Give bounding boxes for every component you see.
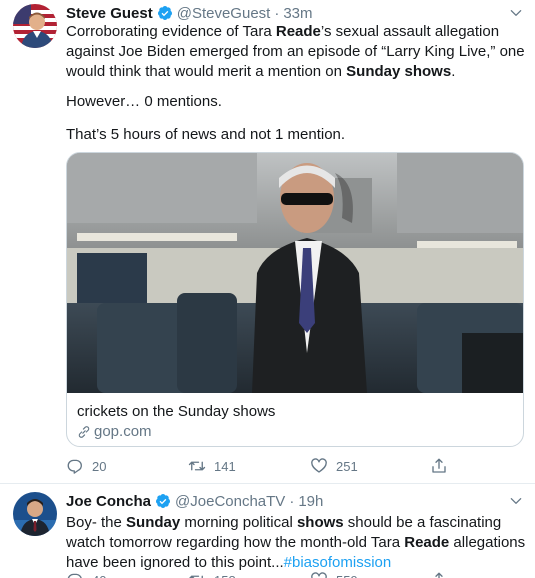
link-card[interactable]: crickets on the Sunday shows gop.com [66,152,524,447]
reply-icon [67,459,82,474]
timestamp[interactable]: 19h [298,493,323,510]
timestamp[interactable]: 33m [283,5,312,22]
like-button[interactable]: 559 [310,570,358,578]
reply-icon [67,573,82,578]
separator: · [274,4,280,22]
avatar[interactable] [13,492,57,536]
card-title[interactable]: crickets on the Sunday shows [77,402,275,422]
card-domain[interactable]: gop.com [77,422,152,442]
card-image [67,153,523,393]
display-name[interactable]: Joe Concha [66,493,151,510]
reply-button[interactable]: 20 [66,456,106,476]
like-count: 251 [336,458,358,474]
hashtag-link[interactable]: #biasofomission [284,554,392,571]
retweet-icon [188,461,206,471]
share-icon [432,458,446,473]
share-icon [435,572,443,578]
display-name[interactable]: Steve Guest [66,5,153,22]
reply-button[interactable]: 40 [66,570,106,578]
tweet[interactable]: Steve Guest @SteveGuest · 33m Corroborat… [0,0,535,484]
reply-count: 40 [92,573,106,578]
avatar[interactable] [13,4,57,48]
chevron-down-icon[interactable] [509,6,523,20]
like-icon [311,458,327,473]
like-button[interactable]: 251 [310,456,358,476]
tweet-text-paragraph: That’s 5 hours of news and not 1 mention… [66,126,346,143]
retweet-count: 141 [214,458,236,474]
like-count: 559 [336,573,358,578]
handle[interactable]: @JoeConchaTV [175,493,285,510]
tweet-actions: 40 158 559 [66,570,466,578]
tweet-text: Boy- the Sunday morning political shows … [66,514,526,571]
card-domain-text: gop.com [94,423,152,440]
share-button[interactable] [430,570,456,578]
retweet-count: 158 [214,573,236,578]
verified-badge-icon [157,6,172,20]
tweet-text: Corroborating evidence of Tara Reade’s s… [66,23,525,80]
retweet-button[interactable]: 141 [188,456,236,476]
link-icon [78,426,90,438]
tweet[interactable]: Joe Concha @JoeConchaTV · 19h Boy- the S… [0,485,535,578]
tweet-text-paragraph: However… 0 mentions. [66,93,222,110]
handle[interactable]: @SteveGuest [177,5,271,22]
like-icon [311,572,327,578]
reply-count: 20 [92,458,107,474]
tweet-actions: 20 141 251 [66,456,466,476]
share-button[interactable] [430,456,456,476]
chevron-down-icon[interactable] [509,494,523,508]
retweet-icon [189,575,203,578]
verified-badge-icon [156,494,171,508]
separator: · [289,492,295,510]
retweet-button[interactable]: 158 [188,570,236,578]
